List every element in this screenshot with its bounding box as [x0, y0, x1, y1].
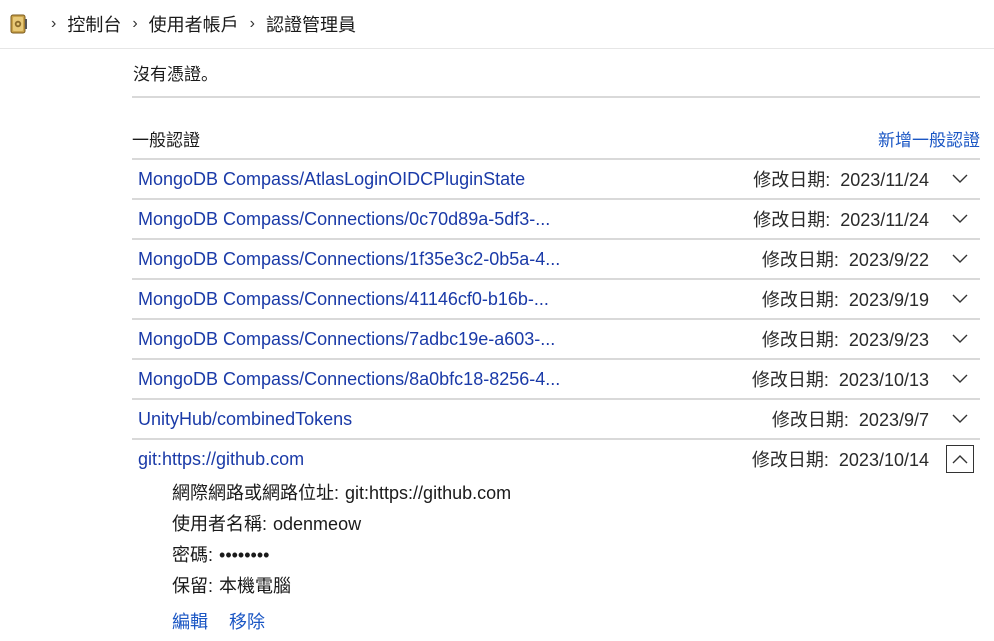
add-generic-credential-link[interactable]: 新增一般認證 [878, 126, 980, 151]
modified-date-value: 2023/9/23 [848, 330, 929, 350]
credential-vault-icon [10, 13, 28, 35]
chevron-up-icon[interactable] [946, 445, 974, 473]
modified-date-label: 修改日期: [751, 370, 829, 390]
credential-name[interactable]: git:https://github.com [132, 449, 752, 470]
breadcrumb-control-panel[interactable]: 控制台 [67, 11, 121, 37]
modified-date-label: 修改日期: [753, 170, 831, 190]
password-field: 密碼: •••••••• [172, 540, 980, 571]
address-value: git:https://github.com [345, 483, 512, 503]
modified-date-value: 2023/11/24 [840, 170, 929, 190]
credential-row[interactable]: MongoDB Compass/AtlasLoginOIDCPluginStat… [132, 160, 980, 200]
address-label: 網際網路或網路位址: [172, 483, 340, 503]
modified-date-value: 2023/9/7 [858, 410, 929, 430]
chevron-down-icon[interactable] [946, 165, 974, 193]
credential-name[interactable]: MongoDB Compass/Connections/41146cf0-b16… [132, 289, 762, 310]
chevron-right-icon: › [249, 15, 255, 32]
credential-row[interactable]: git:https://github.com 修改日期: 2023/10/14 [132, 440, 980, 478]
modified-date-label: 修改日期: [753, 210, 831, 230]
credential-row[interactable]: MongoDB Compass/Connections/7adbc19e-a60… [132, 320, 980, 360]
chevron-down-icon[interactable] [946, 405, 974, 433]
chevron-down-icon[interactable] [946, 365, 974, 393]
modified-date: 修改日期: 2023/11/24 [753, 166, 929, 192]
modified-date: 修改日期: 2023/10/13 [752, 366, 929, 392]
modified-date: 修改日期: 2023/11/24 [753, 206, 929, 232]
modified-date: 修改日期: 2023/9/7 [772, 406, 929, 432]
no-credentials-text: 沒有憑證。 [132, 48, 980, 98]
credential-row[interactable]: MongoDB Compass/Connections/8a0bfc18-825… [132, 360, 980, 400]
credential-name[interactable]: MongoDB Compass/Connections/7adbc19e-a60… [132, 329, 762, 350]
username-label: 使用者名稱: [172, 514, 268, 534]
credential-row[interactable]: MongoDB Compass/Connections/1f35e3c2-0b5… [132, 240, 980, 280]
modified-date-label: 修改日期: [761, 290, 839, 310]
credential-name[interactable]: UnityHub/combinedTokens [132, 409, 772, 430]
persistence-field: 保留: 本機電腦 [172, 571, 980, 602]
breadcrumb-user-accounts[interactable]: 使用者帳戶 [149, 11, 239, 37]
generic-credentials-header: 一般認證 新增一般認證 [132, 118, 980, 160]
credential-row[interactable]: MongoDB Compass/Connections/0c70d89a-5df… [132, 200, 980, 240]
modified-date-value: 2023/11/24 [840, 210, 929, 230]
chevron-down-icon[interactable] [946, 285, 974, 313]
password-value: •••••••• [219, 545, 270, 565]
credential-name[interactable]: MongoDB Compass/Connections/8a0bfc18-825… [132, 369, 752, 390]
persistence-label: 保留: [172, 576, 214, 596]
username-field: 使用者名稱: odenmeow [172, 509, 980, 540]
modified-date-value: 2023/10/14 [838, 450, 929, 470]
modified-date: 修改日期: 2023/9/19 [762, 286, 929, 312]
modified-date-label: 修改日期: [771, 410, 849, 430]
modified-date-value: 2023/9/19 [848, 290, 929, 310]
credential-row[interactable]: UnityHub/combinedTokens 修改日期: 2023/9/7 [132, 400, 980, 440]
persistence-value: 本機電腦 [219, 576, 292, 596]
credential-name[interactable]: MongoDB Compass/Connections/1f35e3c2-0b5… [132, 249, 762, 270]
modified-date-value: 2023/9/22 [848, 250, 929, 270]
remove-credential-link[interactable]: 移除 [229, 612, 265, 632]
modified-date-label: 修改日期: [761, 250, 839, 270]
chevron-right-icon: › [132, 15, 138, 32]
password-label: 密碼: [172, 545, 214, 565]
credential-row[interactable]: MongoDB Compass/Connections/41146cf0-b16… [132, 280, 980, 320]
modified-date: 修改日期: 2023/10/14 [752, 446, 929, 472]
credentials-panel: 沒有憑證。 一般認證 新增一般認證 MongoDB Compass/AtlasL… [132, 48, 980, 634]
chevron-down-icon[interactable] [946, 245, 974, 273]
credential-details: 網際網路或網路位址: git:https://github.com 使用者名稱: o… [132, 478, 980, 602]
credential-name[interactable]: MongoDB Compass/AtlasLoginOIDCPluginStat… [132, 169, 753, 190]
credential-list: MongoDB Compass/AtlasLoginOIDCPluginStat… [132, 160, 980, 478]
chevron-down-icon[interactable] [946, 325, 974, 353]
credential-name[interactable]: MongoDB Compass/Connections/0c70d89a-5df… [132, 209, 753, 230]
breadcrumb-credential-manager[interactable]: 認證管理員 [266, 11, 356, 37]
modified-date-value: 2023/10/13 [838, 370, 929, 390]
address-field: 網際網路或網路位址: git:https://github.com [172, 478, 980, 509]
section-title: 一般認證 [132, 130, 200, 150]
breadcrumb: › 控制台 › 使用者帳戶 › 認證管理員 [0, 0, 994, 49]
modified-date-label: 修改日期: [751, 450, 829, 470]
modified-date-label: 修改日期: [761, 330, 839, 350]
chevron-down-icon[interactable] [946, 205, 974, 233]
chevron-right-icon: › [51, 15, 57, 32]
modified-date: 修改日期: 2023/9/22 [762, 246, 929, 272]
credential-actions: 編輯 移除 [132, 608, 980, 634]
modified-date: 修改日期: 2023/9/23 [762, 326, 929, 352]
edit-credential-link[interactable]: 編輯 [172, 612, 208, 632]
username-value: odenmeow [273, 514, 362, 534]
